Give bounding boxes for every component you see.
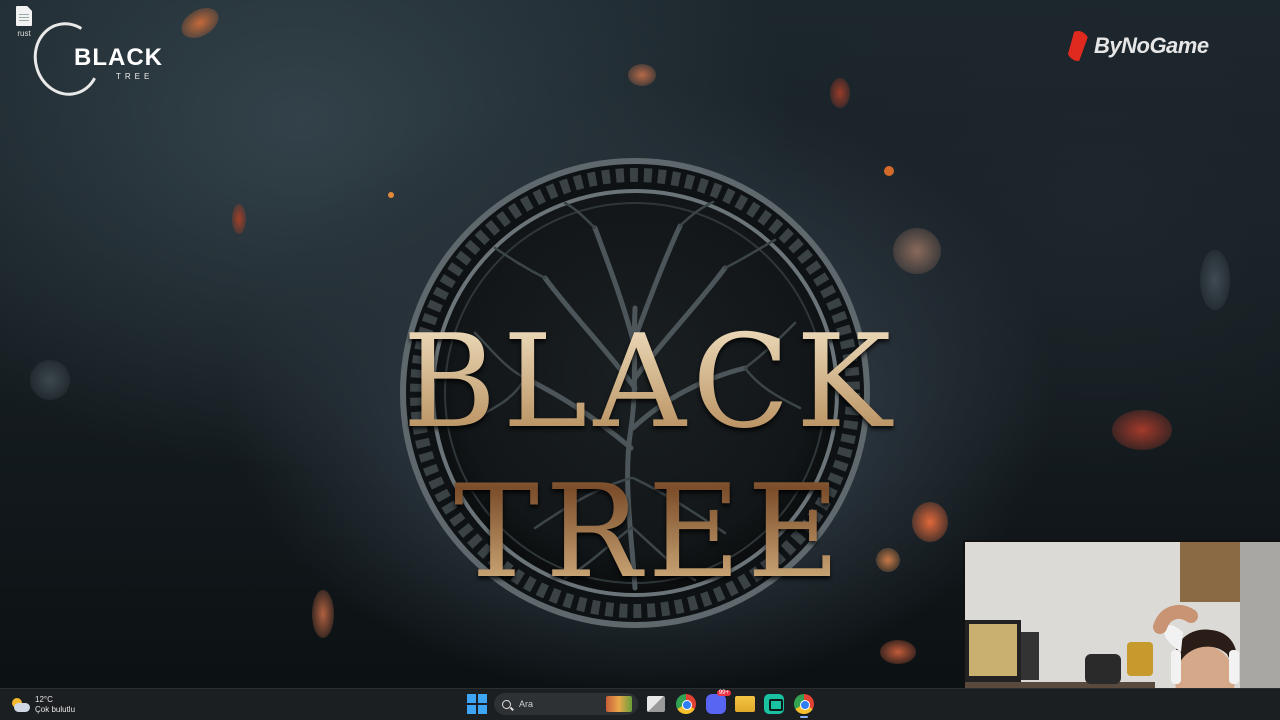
- search-icon: [502, 699, 511, 709]
- discord-notification-badge: 99+: [716, 690, 731, 696]
- weather-widget[interactable]: 12°C Çok bulutlu: [10, 693, 75, 717]
- ember-particle: [30, 360, 70, 400]
- taskbar: 12°C Çok bulutlu: [0, 688, 1280, 720]
- game-title: BLACK TREE: [210, 308, 1090, 608]
- ember-particle: [1112, 410, 1172, 450]
- weather-temperature: 12°C: [35, 695, 53, 704]
- folder-icon[interactable]: [735, 696, 755, 712]
- ember-particle: [880, 640, 916, 664]
- ember-particle: [1200, 250, 1230, 310]
- weather-condition: Çok bulutlu: [35, 705, 76, 714]
- taskbar-search[interactable]: Ara: [494, 693, 638, 715]
- ember-particle: [628, 64, 656, 86]
- desktop-icon-label: rust: [17, 29, 31, 38]
- logo-word-black: BLACK: [74, 44, 163, 71]
- bynogame-logo-icon: [1066, 31, 1090, 61]
- discord-icon[interactable]: 99+: [706, 690, 731, 714]
- ember-particle: [388, 192, 394, 198]
- webcam-overlay: [963, 540, 1280, 688]
- streamer-camera-feed: [965, 542, 1280, 688]
- twitch-icon[interactable]: [764, 694, 784, 714]
- partly-cloudy-icon: [10, 697, 30, 713]
- ember-particle: [176, 1, 224, 45]
- ember-particle: [893, 228, 941, 274]
- windows-logo-icon: [467, 694, 476, 703]
- bynogame-watermark: ByNoGame: [1066, 28, 1209, 64]
- ember-particle: [830, 78, 850, 108]
- ember-particle: [232, 204, 246, 234]
- ember-particle: [884, 166, 894, 176]
- search-highlight-icon: [606, 696, 632, 712]
- search-placeholder: Ara: [519, 699, 534, 709]
- black-tree-logo: BLACK TREE: [25, 14, 174, 104]
- logo-word-tree: TREE: [116, 72, 154, 81]
- chrome-icon[interactable]: [676, 694, 696, 714]
- start-button[interactable]: [467, 694, 487, 714]
- chrome-profile-icon[interactable]: [794, 694, 814, 718]
- brand-name: ByNoGame: [1094, 33, 1209, 58]
- document-icon: [16, 6, 32, 26]
- task-view-icon[interactable]: [647, 696, 665, 712]
- desktop-wallpaper: rust BLACK TREE ByNoGame BLACK TREE: [0, 0, 1280, 688]
